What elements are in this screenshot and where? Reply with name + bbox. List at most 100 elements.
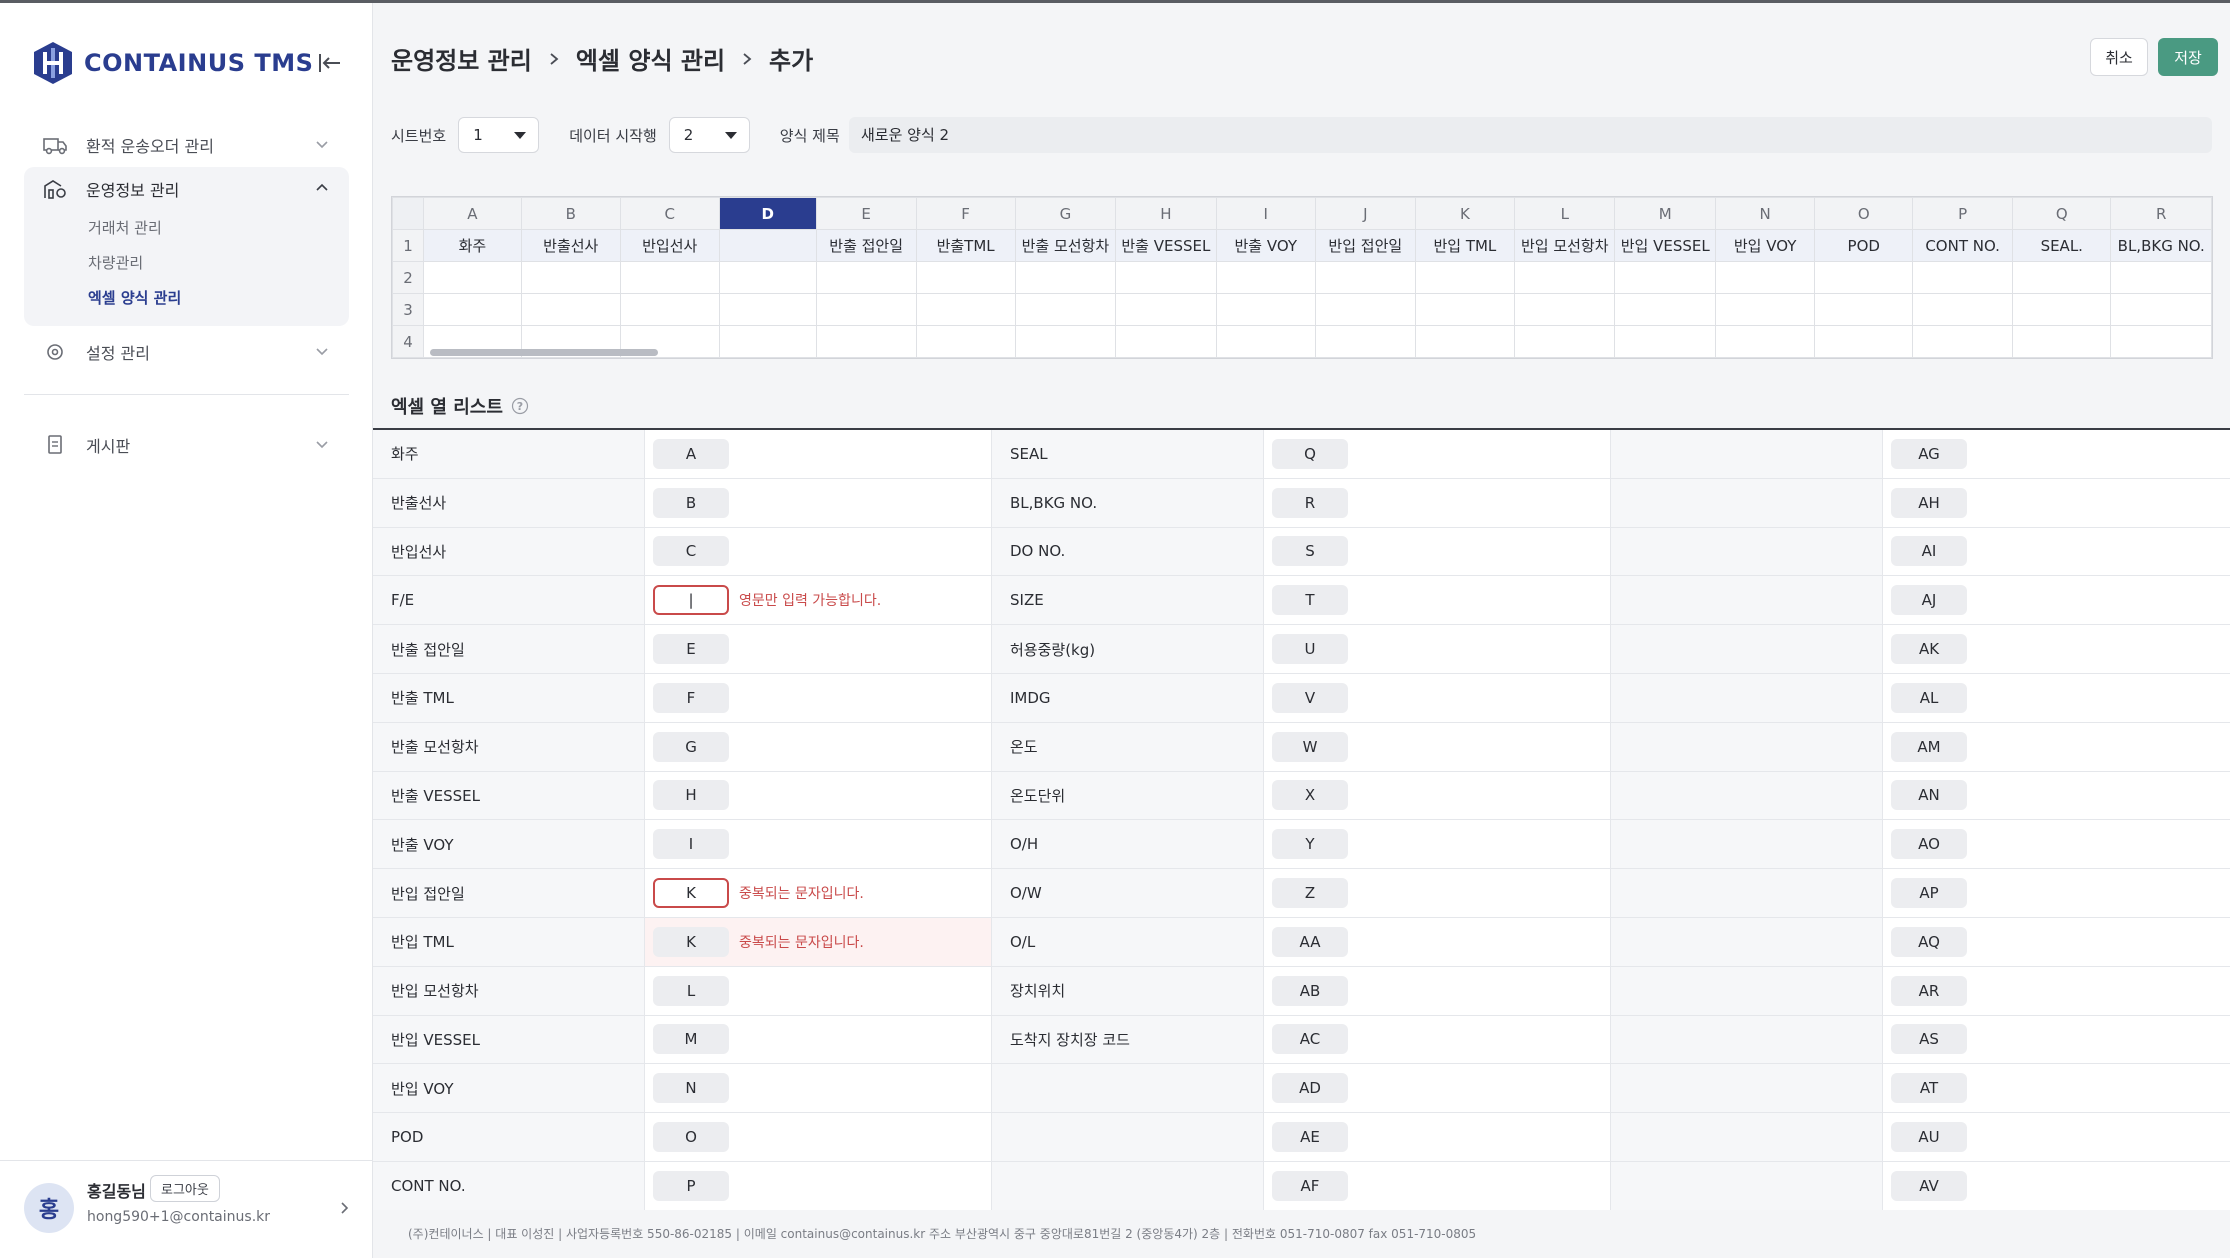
sheet-cell[interactable] — [1215, 293, 1316, 326]
sheet-column-header[interactable]: A — [423, 197, 522, 230]
column-letter-input[interactable]: E — [653, 634, 729, 665]
sheet-cell[interactable] — [718, 325, 817, 358]
column-letter-input[interactable]: AQ — [1891, 926, 1967, 957]
sheet-column-header[interactable]: G — [1014, 197, 1117, 230]
sheet-cell[interactable] — [520, 261, 621, 294]
sheet-cell[interactable] — [915, 261, 1016, 294]
sheet-cell[interactable] — [718, 261, 817, 294]
sheet-column-header[interactable]: I — [1215, 197, 1316, 230]
column-letter-input[interactable]: A — [653, 438, 729, 469]
sheet-row-header[interactable]: 1 — [392, 229, 425, 262]
sheet-cell[interactable]: 반입 TML — [1414, 229, 1516, 262]
sheet-cell[interactable] — [1714, 261, 1816, 294]
sheet-cell[interactable]: POD — [1814, 229, 1914, 262]
column-letter-input[interactable]: M — [653, 1024, 729, 1055]
sidebar-subitem-clients[interactable]: 거래처 관리 — [24, 211, 349, 246]
sheet-column-header[interactable]: P — [1912, 197, 2014, 230]
column-letter-input[interactable]: AN — [1891, 780, 1967, 811]
breadcrumb-item[interactable]: 운영정보 관리 — [391, 41, 532, 76]
sheet-cell[interactable] — [2012, 293, 2112, 326]
sheet-column-header[interactable]: N — [1714, 197, 1816, 230]
column-letter-input[interactable]: P — [653, 1170, 729, 1201]
column-letter-input[interactable]: AG — [1891, 438, 1967, 469]
sheet-column-header[interactable]: H — [1115, 197, 1217, 230]
column-letter-input[interactable]: W — [1272, 731, 1348, 762]
sheet-cell[interactable] — [1014, 293, 1117, 326]
column-letter-input[interactable]: AC — [1272, 1024, 1348, 1055]
sheet-column-header[interactable]: D — [718, 197, 817, 230]
collapse-sidebar-icon[interactable] — [314, 48, 344, 78]
column-letter-input[interactable]: AH — [1891, 487, 1967, 518]
sheet-cell[interactable]: 반출 VESSEL — [1115, 229, 1217, 262]
column-letter-input[interactable]: AP — [1891, 878, 1967, 909]
app-logo[interactable]: CONTAINUS TMS — [32, 40, 313, 86]
sheet-cell[interactable]: SEAL. — [2012, 229, 2112, 262]
sheet-cell[interactable] — [423, 293, 522, 326]
sheet-corner[interactable] — [392, 197, 425, 230]
spreadsheet-preview[interactable]: A B C D E F G H I J K L M N O P Q R 1 화주 반출선사 반입선사 반출 접안일 반출TML… — [391, 196, 2213, 359]
sidebar-subitem-vehicles[interactable]: 차량관리 — [24, 246, 349, 281]
sheet-column-header[interactable]: J — [1314, 197, 1416, 230]
sheet-column-header[interactable]: O — [1814, 197, 1914, 230]
breadcrumb-item[interactable]: 엑셀 양식 관리 — [576, 41, 725, 76]
column-letter-input[interactable]: X — [1272, 780, 1348, 811]
sheet-cell[interactable] — [915, 325, 1016, 358]
sheet-column-header[interactable]: Q — [2012, 197, 2112, 230]
sheet-row-header[interactable]: 3 — [392, 293, 425, 326]
sheet-cell[interactable] — [1614, 261, 1716, 294]
column-letter-input[interactable]: AO — [1891, 829, 1967, 860]
column-letter-input[interactable]: AE — [1272, 1122, 1348, 1153]
column-letter-input[interactable]: AM — [1891, 731, 1967, 762]
column-letter-input[interactable]: O — [653, 1122, 729, 1153]
column-letter-input[interactable]: V — [1272, 682, 1348, 713]
sheet-cell[interactable]: 반출 모선항차 — [1014, 229, 1117, 262]
sheet-cell[interactable] — [423, 261, 522, 294]
sheet-cell[interactable] — [1314, 325, 1416, 358]
sheet-cell[interactable] — [1115, 325, 1217, 358]
column-letter-input[interactable]: K — [653, 878, 729, 909]
sheet-cell[interactable] — [619, 261, 720, 294]
logout-button[interactable]: 로그아웃 — [150, 1175, 220, 1202]
column-letter-input[interactable]: R — [1272, 487, 1348, 518]
sheet-column-header[interactable]: B — [520, 197, 621, 230]
column-letter-input[interactable]: AT — [1891, 1073, 1967, 1104]
column-letter-input[interactable]: B — [653, 487, 729, 518]
column-letter-input[interactable]: L — [653, 975, 729, 1006]
sheet-cell[interactable] — [1714, 293, 1816, 326]
sheet-cell[interactable]: 반출 VOY — [1215, 229, 1316, 262]
sheet-cell[interactable] — [815, 293, 917, 326]
sidebar-subitem-excel-forms[interactable]: 엑셀 양식 관리 — [24, 281, 349, 316]
sheet-cell[interactable] — [1614, 325, 1716, 358]
sheet-row-header[interactable]: 4 — [392, 325, 425, 358]
column-letter-input[interactable]: N — [653, 1073, 729, 1104]
sidebar-item-operations[interactable]: 운영정보 관리 — [24, 167, 349, 211]
column-letter-input[interactable]: AL — [1891, 682, 1967, 713]
sheet-cell[interactable] — [2012, 261, 2112, 294]
sheet-column-header[interactable]: R — [2110, 197, 2212, 230]
sheet-cell[interactable] — [1514, 293, 1616, 326]
sheet-column-header[interactable]: E — [815, 197, 917, 230]
column-letter-input[interactable]: AR — [1891, 975, 1967, 1006]
sidebar-item-transship-orders[interactable]: 환적 운송오더 관리 — [24, 123, 349, 167]
sheet-cell[interactable] — [2110, 293, 2212, 326]
column-letter-input[interactable]: AV — [1891, 1170, 1967, 1201]
sheet-cell[interactable] — [718, 229, 817, 262]
form-title-input[interactable] — [849, 117, 2212, 153]
sidebar-item-settings[interactable]: 설정 관리 — [24, 330, 349, 374]
column-letter-input[interactable]: Z — [1272, 878, 1348, 909]
sheet-cell[interactable] — [1912, 261, 2014, 294]
cancel-button[interactable]: 취소 — [2090, 38, 2148, 76]
horizontal-scrollbar[interactable] — [430, 349, 658, 356]
column-letter-input[interactable]: AA — [1272, 926, 1348, 957]
sheet-column-header[interactable]: L — [1514, 197, 1616, 230]
sheet-cell[interactable] — [1314, 293, 1416, 326]
sheet-cell[interactable]: 반입 모선항차 — [1514, 229, 1616, 262]
sheet-cell[interactable] — [1414, 293, 1516, 326]
start-row-select[interactable]: 2 — [668, 117, 750, 153]
sheet-cell[interactable]: BL,BKG NO. — [2110, 229, 2212, 262]
sheet-cell[interactable] — [1014, 325, 1117, 358]
sheet-cell[interactable] — [1814, 293, 1914, 326]
column-letter-input[interactable]: U — [1272, 634, 1348, 665]
column-letter-input[interactable]: C — [653, 536, 729, 567]
sheet-cell[interactable] — [815, 325, 917, 358]
